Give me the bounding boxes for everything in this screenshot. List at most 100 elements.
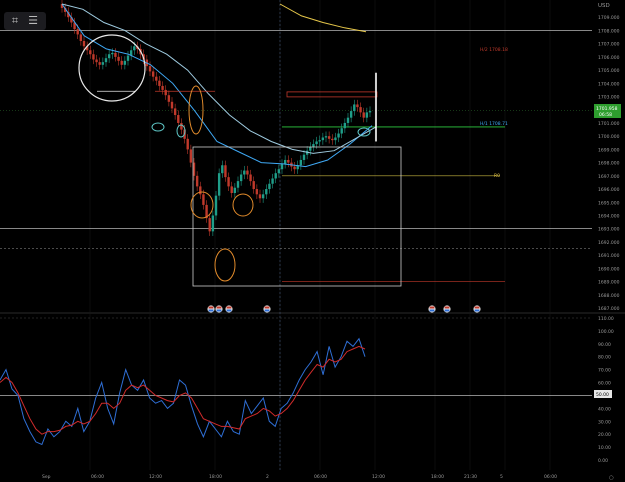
event-flag-bottom bbox=[264, 309, 270, 312]
event-flag-icon[interactable] bbox=[428, 305, 436, 313]
candle-body bbox=[230, 186, 233, 194]
candle-body bbox=[155, 76, 158, 81]
event-flag-icon[interactable] bbox=[215, 305, 223, 313]
candle-body bbox=[252, 181, 255, 190]
current-price-countdown: 06:58 bbox=[599, 112, 612, 118]
chart-toolbar: ⌗ ☰ bbox=[4, 12, 46, 30]
candle-body bbox=[161, 85, 164, 90]
candle-body bbox=[261, 194, 265, 199]
candle-body bbox=[362, 112, 365, 118]
candle-body bbox=[280, 163, 284, 170]
osc-tick-label: 30.00 bbox=[598, 419, 611, 425]
event-flag-top bbox=[429, 306, 435, 309]
candle-body bbox=[283, 159, 287, 164]
candle-body bbox=[359, 107, 362, 113]
r0-annotation: R0 bbox=[494, 173, 500, 179]
candle-body bbox=[92, 54, 95, 60]
price-tick-label: 1688.000 bbox=[598, 293, 620, 299]
time-tick-label: 5 bbox=[500, 474, 503, 480]
osc-tick-label: 80.00 bbox=[598, 355, 611, 361]
candle-body bbox=[104, 58, 108, 63]
frame-icon[interactable]: ⌗ bbox=[8, 14, 22, 28]
candle-body bbox=[167, 95, 171, 102]
time-tick-label: 12:00 bbox=[372, 474, 385, 480]
candle-body bbox=[365, 112, 369, 118]
candle-body bbox=[368, 111, 372, 113]
price-tick-label: 1709.000 bbox=[598, 15, 620, 21]
price-tick-label: 1697.000 bbox=[598, 174, 620, 180]
osc-level-label: 50.00 bbox=[596, 392, 609, 398]
candle-body bbox=[133, 46, 136, 51]
price-tick-label: 1694.000 bbox=[598, 213, 620, 219]
list-icon[interactable]: ☰ bbox=[26, 14, 40, 28]
time-tick-label: 2 bbox=[266, 474, 269, 480]
candle-body bbox=[221, 165, 224, 174]
candle-body bbox=[117, 56, 120, 61]
candle-body bbox=[114, 52, 117, 57]
candle-body bbox=[148, 66, 152, 72]
price-tick-label: 1707.000 bbox=[598, 42, 620, 48]
event-flag-top bbox=[444, 306, 450, 309]
candle-body bbox=[164, 89, 167, 96]
candle-body bbox=[214, 195, 218, 216]
event-flag-top bbox=[208, 306, 214, 309]
candle-body bbox=[315, 141, 318, 145]
candle-body bbox=[98, 62, 101, 65]
candle-body bbox=[334, 137, 337, 141]
osc-tick-label: 90.00 bbox=[598, 342, 611, 348]
time-tick-label: 18:00 bbox=[209, 474, 222, 480]
candle-body bbox=[76, 29, 79, 35]
settings-icon[interactable]: ○ bbox=[609, 475, 614, 481]
candle-body bbox=[79, 34, 83, 42]
event-flag-icon[interactable] bbox=[225, 305, 233, 313]
candle-body bbox=[265, 189, 268, 195]
candle-body bbox=[173, 108, 177, 116]
candle-body bbox=[224, 165, 227, 178]
event-flag-icon[interactable] bbox=[207, 305, 215, 313]
candle-body bbox=[312, 144, 315, 147]
candle-body bbox=[111, 52, 114, 55]
candle-body bbox=[208, 218, 211, 232]
candle-body bbox=[327, 136, 331, 139]
currency-label: USD bbox=[598, 3, 610, 9]
price-tick-label: 1690.000 bbox=[598, 266, 620, 272]
price-tick-label: 1706.000 bbox=[598, 55, 620, 61]
price-tick-label: 1687.000 bbox=[598, 306, 620, 312]
candle-body bbox=[170, 101, 174, 109]
candle-body bbox=[318, 140, 321, 142]
event-flag-icon[interactable] bbox=[443, 305, 451, 313]
h2-annotation: H/2 1708.18 bbox=[480, 47, 508, 53]
candle-body bbox=[246, 170, 249, 175]
candle-body bbox=[107, 54, 111, 59]
price-tick-label: 1704.000 bbox=[598, 81, 620, 87]
candle-body bbox=[158, 80, 161, 86]
candle-body bbox=[277, 169, 281, 174]
candle-body bbox=[258, 194, 262, 199]
current-price-tag: 1701.958 06:58 bbox=[594, 104, 621, 118]
candle-body bbox=[199, 186, 202, 195]
candle-body bbox=[101, 62, 105, 65]
osc-tick-label: 70.00 bbox=[598, 368, 611, 374]
candle-body bbox=[321, 137, 325, 141]
candle-body bbox=[177, 115, 180, 123]
candle-body bbox=[324, 136, 328, 138]
trading-chart[interactable]: 1709.000 1708.000 1707.000 1706.000 1705.000… bbox=[0, 0, 625, 482]
osc-tick-label: 0.00 bbox=[598, 458, 608, 464]
price-tick-label: 1689.000 bbox=[598, 280, 620, 286]
osc-tick-label: 20.00 bbox=[598, 432, 611, 438]
candle-body bbox=[126, 55, 130, 61]
price-tick-label: 1698.000 bbox=[598, 161, 620, 167]
candle-body bbox=[274, 173, 277, 179]
event-flag-top bbox=[264, 306, 270, 309]
candle-body bbox=[243, 170, 246, 175]
candle-body bbox=[123, 60, 127, 65]
candle-body bbox=[353, 104, 356, 112]
osc-tick-label: 100.00 bbox=[598, 329, 614, 335]
candle-body bbox=[202, 194, 205, 205]
event-flag-icon[interactable] bbox=[473, 305, 481, 313]
event-flag-bottom bbox=[444, 309, 450, 312]
candle-body bbox=[227, 177, 230, 187]
candle-body bbox=[186, 138, 189, 150]
event-flag-icon[interactable] bbox=[263, 305, 271, 313]
candle-body bbox=[271, 178, 274, 184]
